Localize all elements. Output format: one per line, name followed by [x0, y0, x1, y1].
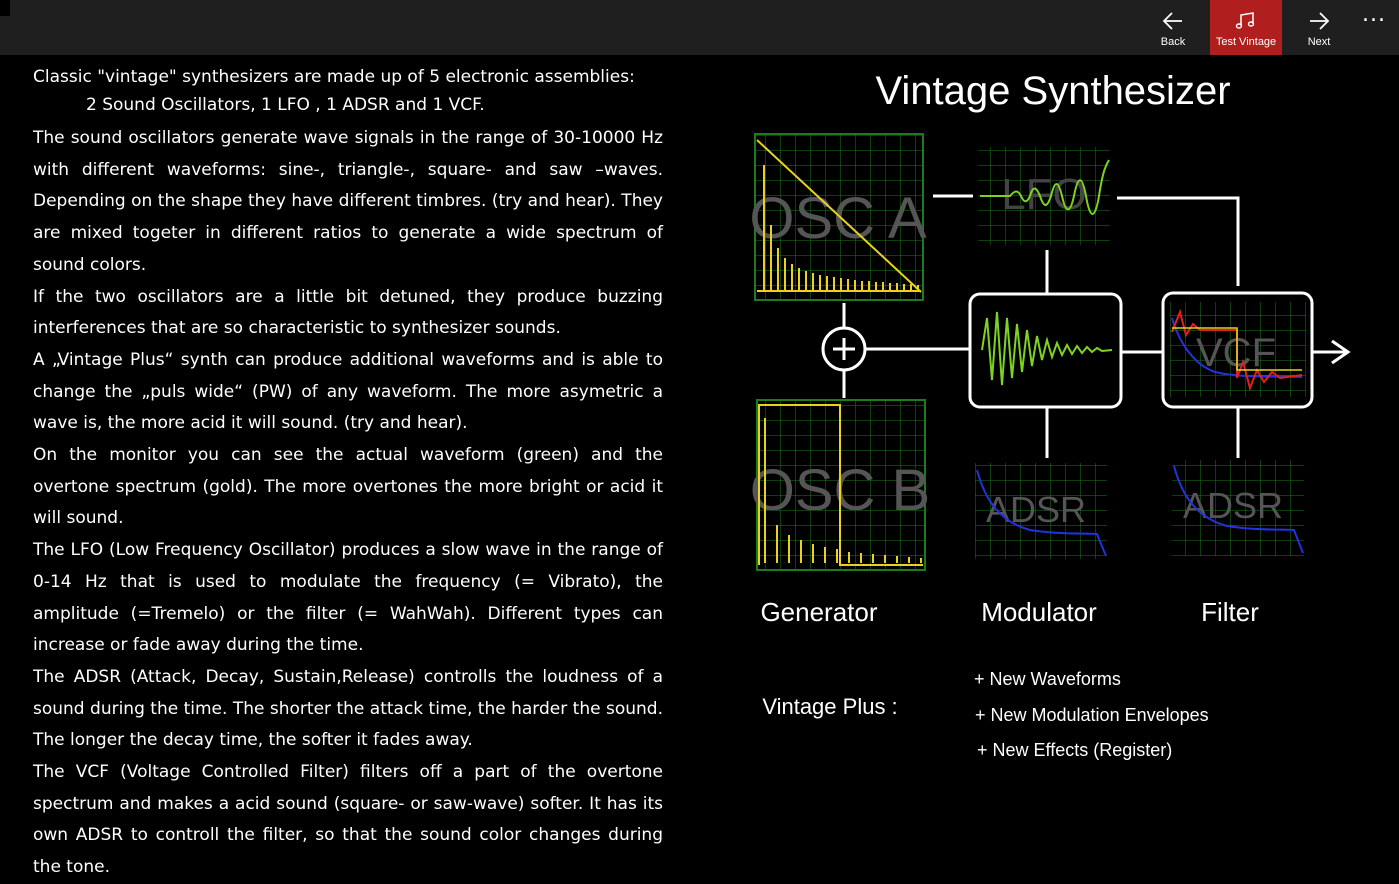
filter-label: Filter	[1201, 597, 1259, 627]
paragraph: The LFO (Low Frequency Oscillator) produ…	[33, 540, 663, 656]
adsr-filter-label: ADSR	[1183, 485, 1283, 526]
mixer-plus-icon	[821, 326, 867, 372]
next-label: Next	[1307, 36, 1331, 48]
more-icon[interactable]: ...	[1359, 4, 1389, 36]
next-button[interactable]: Next	[1283, 0, 1355, 55]
back-label: Back	[1160, 36, 1186, 48]
feature-item: + New Effects (Register)	[977, 740, 1172, 760]
app-bar: Back Test Vintage Next ...	[0, 0, 1399, 55]
osc-b-monitor: OSC B	[750, 399, 930, 571]
test-vintage-button[interactable]: Test Vintage	[1210, 0, 1282, 55]
adsr-modulator-monitor: ADSR	[975, 463, 1107, 559]
vcf-monitor: VCF	[1161, 291, 1314, 409]
paragraph: Classic "vintage" synthesizers are made …	[33, 67, 635, 87]
arrow-right-icon	[1283, 10, 1355, 32]
modulator-label: Modulator	[981, 597, 1097, 627]
feature-item: + New Waveforms	[974, 669, 1121, 689]
generator-label: Generator	[760, 597, 877, 627]
paragraph: The sound oscillators generate wave sign…	[33, 128, 663, 275]
adsr-filter-monitor: ADSR	[1172, 460, 1304, 556]
paragraph: 2 Sound Oscillators, 1 LFO , 1 ADSR and …	[86, 95, 485, 115]
diagram-title: Vintage Synthesizer	[875, 69, 1230, 113]
synth-diagram: Vintage Synthesizer OSC A OSC B LFO VCF …	[700, 55, 1399, 787]
lfo-monitor: LFO	[978, 147, 1110, 245]
back-button[interactable]: Back	[1137, 0, 1209, 55]
window-corner-mark	[0, 0, 10, 16]
osc-a-label: OSC A	[749, 186, 927, 251]
feature-item: + New Modulation Envelopes	[975, 705, 1209, 725]
vintage-plus-label: Vintage Plus :	[762, 694, 897, 719]
paragraph: A „Vintage Plus“ synth can produce addit…	[33, 349, 663, 434]
paragraph: The ADSR (Attack, Decay, Sustain,Release…	[33, 666, 663, 751]
test-vintage-label: Test Vintage	[1215, 36, 1277, 48]
adsr-mod-label: ADSR	[986, 489, 1086, 530]
osc-a-monitor: OSC A	[749, 133, 927, 301]
modulator-monitor	[968, 292, 1123, 409]
music-note-icon	[1210, 10, 1282, 32]
paragraph: The VCF (Voltage Controlled Filter) filt…	[33, 762, 663, 878]
arrow-left-icon	[1137, 10, 1209, 32]
paragraph: If the two oscillators are a little bit …	[33, 286, 663, 339]
paragraph: On the monitor you can see the actual wa…	[33, 445, 663, 529]
article-text: Classic "vintage" synthesizers are made …	[33, 63, 663, 884]
